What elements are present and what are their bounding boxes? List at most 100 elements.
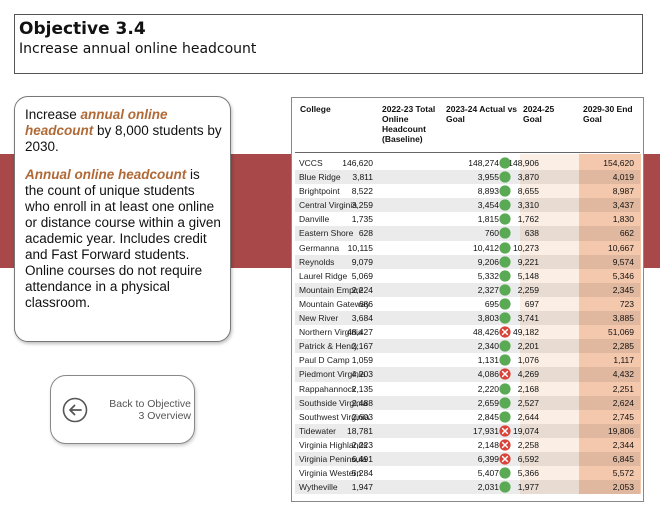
actual-cell: 148,274 (468, 158, 499, 168)
page-subtitle: Increase annual online headcount (19, 41, 257, 57)
actual-cell: 2,340 (477, 341, 499, 352)
baseline-cell: 3,259 (351, 200, 373, 211)
end-goal-cell: 2,285 (612, 341, 634, 352)
goal-cell: 697 (524, 298, 539, 309)
college-cell: Brightpoint (299, 186, 340, 197)
table-row: Virginia Western 5,284 5,407 5,366 5,572 (295, 466, 640, 480)
table-row: Virginia Peninsula 6,491 6,399 6,592 6,845 (295, 451, 640, 467)
actual-cell: 10,412 (473, 242, 499, 253)
table-row: Blue Ridge 3,811 3,955 3,870 4,019 (295, 170, 640, 185)
actual-cell: 2,031 (477, 482, 499, 493)
goal-met-icon (499, 270, 511, 282)
goal-met-icon (499, 467, 511, 479)
college-cell: Danville (299, 214, 330, 225)
college-cell: Laurel Ridge (299, 270, 348, 281)
end-goal-cell: 3,885 (612, 313, 634, 324)
table-row: Central Virginia 3,259 3,454 3,310 3,437 (295, 198, 640, 213)
column-header-goal: 2024-25 Goal (523, 104, 555, 124)
column-header-actual: 2023-24 Actual vs Goal (446, 104, 518, 124)
goal-met-icon (499, 157, 511, 169)
table-row: Mountain Gateway 686 695 697 723 (295, 297, 640, 311)
table-row: Paul D Camp 1,059 1,131 1,076 1,117 (295, 353, 640, 367)
goal-met-icon (499, 227, 511, 240)
actual-cell: 6,399 (477, 453, 499, 464)
goal-met-icon (499, 481, 511, 493)
goal-cell: 3,741 (517, 313, 539, 324)
goal-cell: 1,076 (517, 355, 539, 366)
end-goal-cell: 662 (619, 228, 634, 239)
table-row: Piedmont Virginia 4,203 4,086 4,269 4,432 (295, 367, 640, 382)
end-goal-cell: 9,574 (612, 256, 634, 267)
goal-met-icon (499, 312, 511, 324)
baseline-cell: 1,059 (351, 355, 373, 366)
baseline-cell: 1,735 (351, 214, 373, 225)
end-goal-cell: 4,019 (612, 172, 634, 183)
baseline-cell: 5,069 (351, 270, 373, 281)
back-to-objective-button[interactable]: Back to Objective 3 Overview (50, 375, 195, 444)
goal-missed-icon (499, 326, 511, 338)
goal-met-icon (499, 411, 511, 423)
goal-cell: 1,977 (517, 482, 539, 493)
end-goal-cell: 5,346 (612, 270, 634, 281)
goal-met-icon (499, 171, 511, 183)
goal-met-icon (499, 396, 511, 409)
goal-cell: 49,182 (513, 327, 539, 338)
table-row: Rappahannock 2,135 2,220 2,168 2,251 (295, 382, 640, 396)
end-goal-cell: 2,053 (612, 482, 634, 493)
goal-met-icon (499, 213, 511, 225)
goal-missed-icon (499, 453, 511, 465)
college-cell: Germanna (299, 242, 340, 253)
table-row: Germanna 10,115 10,412 10,273 10,667 (295, 241, 640, 255)
baseline-cell: 18,781 (347, 425, 373, 436)
end-goal-cell: 8,987 (612, 186, 634, 197)
end-goal-cell: 6,845 (612, 453, 634, 464)
actual-cell: 2,148 (477, 439, 499, 450)
baseline-cell: 2,167 (351, 341, 373, 352)
actual-cell: 3,803 (477, 313, 499, 324)
baseline-cell: 6,491 (351, 453, 373, 464)
table-header: College 2022-23 Total Online Headcount (… (292, 98, 643, 154)
goal-met-icon (499, 199, 511, 211)
table-row: Mountain Empire 2,224 2,327 2,259 2,345 (295, 282, 640, 297)
column-header-end-goal: 2029-30 End Goal (583, 104, 633, 124)
end-goal-cell: 2,251 (612, 383, 634, 394)
goal-missed-icon (499, 368, 511, 381)
table-row: Wytheville 1,947 2,031 1,977 2,053 (295, 480, 640, 495)
baseline-cell: 9,079 (351, 256, 373, 267)
college-cell: New River (299, 313, 339, 324)
college-cell: Eastern Shore (299, 228, 354, 239)
actual-cell: 2,327 (477, 284, 499, 295)
actual-cell: 3,454 (477, 200, 499, 211)
actual-cell: 8,893 (477, 186, 499, 197)
baseline-cell: 1,947 (351, 482, 373, 493)
goal-cell: 148,906 (508, 158, 539, 168)
end-goal-cell: 2,345 (612, 284, 634, 295)
table-row: Brightpoint 8,522 8,893 8,655 8,987 (295, 184, 640, 198)
table-row: Southwest Virginia 2,603 2,845 2,644 2,745 (295, 410, 640, 424)
actual-cell: 2,845 (477, 411, 499, 422)
goal-cell: 1,762 (517, 214, 539, 225)
actual-cell: 760 (484, 228, 499, 239)
column-header-college: College (300, 104, 331, 114)
college-cell: Rappahannock (299, 383, 357, 394)
table-row: Danville 1,735 1,815 1,762 1,830 (295, 212, 640, 226)
baseline-cell: 2,223 (351, 439, 373, 450)
objective-header: Objective 3.4 Increase annual online hea… (14, 14, 643, 74)
baseline-cell: 8,522 (351, 186, 373, 197)
end-goal-cell: 51,069 (608, 327, 634, 338)
college-cell: Paul D Camp (299, 355, 350, 366)
baseline-cell: 48,427 (347, 327, 373, 338)
header-divider (295, 152, 640, 153)
table-row: Patrick & Henry 2,167 2,340 2,201 2,285 (295, 339, 640, 354)
end-goal-cell: 2,344 (612, 439, 634, 450)
baseline-cell: 2,224 (351, 284, 373, 295)
baseline-cell: 3,684 (351, 313, 373, 324)
goal-met-icon (499, 256, 511, 268)
baseline-cell: 2,603 (351, 411, 373, 422)
goal-cell: 9,221 (517, 256, 539, 267)
highlight-term: Annual online headcount (25, 167, 187, 182)
objective-description-card: Increase annual online headcount by 8,00… (14, 96, 231, 342)
goal-cell: 2,258 (517, 439, 539, 450)
page-title: Objective 3.4 (19, 19, 146, 39)
goal-cell: 2,201 (517, 341, 539, 352)
